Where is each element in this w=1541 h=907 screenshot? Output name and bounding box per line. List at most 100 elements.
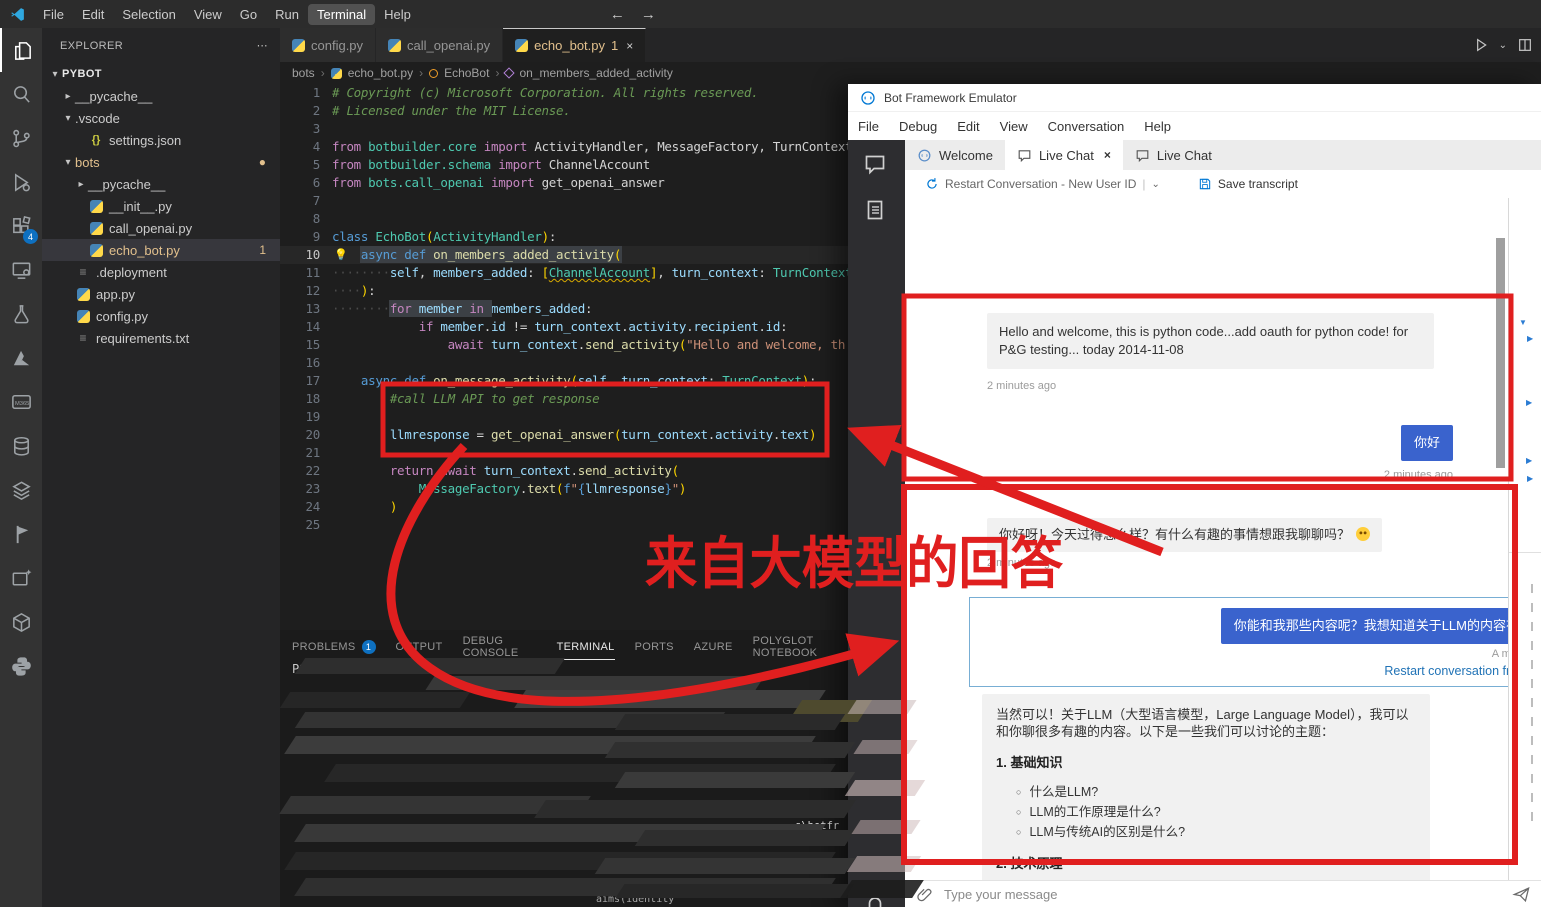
expand-triangle-icon[interactable]: ▶ — [1526, 456, 1532, 465]
explorer-item-echo-bot-py[interactable]: echo_bot.py 1 — [42, 239, 280, 261]
explorer-item-config-py[interactable]: config.py — [42, 305, 280, 327]
explorer-item-bots[interactable]: ▾ bots ● — [42, 151, 280, 173]
emulator-title: Bot Framework Emulator — [884, 90, 1017, 105]
chevron-down-icon: ▾ — [65, 156, 71, 168]
database-icon[interactable] — [0, 424, 42, 468]
breadcrumb-class[interactable]: EchoBot — [444, 66, 489, 80]
python-file-icon — [515, 39, 529, 52]
line-number: 10 — [305, 247, 321, 262]
menu-help[interactable]: Help — [375, 4, 420, 25]
explorer-item-app-py[interactable]: app.py — [42, 283, 280, 305]
emulator-menu-conversation[interactable]: Conversation — [1038, 119, 1135, 134]
emulator-tab-live-chat[interactable]: Live Chat — [1123, 140, 1224, 170]
menu-go[interactable]: Go — [231, 4, 266, 25]
split-editor-button[interactable] — [1517, 37, 1533, 53]
transcript-file-icon[interactable] — [863, 198, 887, 227]
selected-activity-frame[interactable]: 你能和我那些内容呢？我想知道关于LLM的内容有那些 A minute ago R… — [969, 597, 1508, 687]
chevron-down-icon: ▾ — [52, 68, 58, 80]
forward-arrow-icon[interactable]: → — [641, 6, 656, 23]
menu-edit[interactable]: Edit — [73, 4, 113, 25]
panel-tab-output[interactable]: OUTPUT — [396, 638, 443, 660]
explorer-item-pybot[interactable]: ▾ PYBOT — [42, 63, 280, 85]
expand-triangle-icon[interactable]: ▶ — [1527, 334, 1533, 343]
run-options-chevron-icon[interactable]: ⌄ — [1499, 40, 1507, 51]
breadcrumb-file[interactable]: echo_bot.py — [348, 66, 413, 80]
emulator-tab-welcome[interactable]: Welcome — [905, 140, 1005, 170]
restart-options-chevron-icon[interactable]: ⌄ — [1152, 179, 1160, 190]
explorer-item-call-openai-py[interactable]: call_openai.py — [42, 217, 280, 239]
file-label: app.py — [96, 286, 136, 302]
menu-terminal[interactable]: Terminal — [308, 3, 376, 25]
container-cube-icon[interactable] — [0, 600, 42, 644]
explorer-item-settings-json[interactable]: {} settings.json — [42, 129, 280, 151]
extensions-icon[interactable]: 4 — [0, 204, 42, 248]
explorer-item-requirements-txt[interactable]: ≡ requirements.txt — [42, 327, 280, 349]
remote-explorer-icon[interactable] — [0, 248, 42, 292]
code-line-23: 23 MessageFactory.text(f"{llmresponse}") — [280, 480, 848, 498]
emulator-menu-file[interactable]: File — [848, 119, 889, 134]
menu-file[interactable]: File — [34, 4, 73, 25]
chat-scrollbar[interactable] — [1496, 238, 1505, 468]
explorer-item--init-py[interactable]: __init__.py — [42, 195, 280, 217]
back-arrow-icon[interactable]: ← — [610, 6, 625, 23]
explorer-more-actions[interactable]: ⋯ — [257, 39, 268, 52]
azure-icon[interactable] — [0, 336, 42, 380]
menu-view[interactable]: View — [185, 4, 231, 25]
close-tab-icon[interactable]: × — [626, 39, 633, 53]
explorer-item--pycache-[interactable]: ▸ __pycache__ — [42, 173, 280, 195]
emulator-menu-debug[interactable]: Debug — [889, 119, 947, 134]
expand-triangle-icon[interactable]: ▶ — [1527, 474, 1533, 483]
code-line-13: 13 ········for member in members_added: — [280, 300, 848, 318]
save-transcript-button[interactable]: Save transcript — [1218, 177, 1298, 191]
explorer-item--pycache-[interactable]: ▸ __pycache__ — [42, 85, 280, 107]
chat-transcript: Hello and welcome, this is python code..… — [905, 198, 1508, 907]
code-line-7: 7 — [280, 192, 848, 210]
panel-tab-problems[interactable]: PROBLEMS 1 — [292, 638, 376, 660]
bot-message: 你好呀！今天过得怎么样？有什么有趣的事情想跟我聊聊吗？ — [987, 518, 1383, 552]
tab-echo_bot-py[interactable]: echo_bot.py 1 × — [503, 28, 647, 62]
breadcrumb-method[interactable]: on_members_added_activity — [519, 66, 672, 80]
vscode-logo-icon — [11, 7, 24, 21]
run-debug-icon[interactable] — [0, 160, 42, 204]
code-line-25: 25 — [280, 516, 848, 534]
panel-tab-azure[interactable]: AZURE — [694, 638, 733, 660]
send-message-icon[interactable] — [1512, 885, 1531, 904]
censor-stripe — [614, 714, 846, 730]
censor-stripe — [615, 884, 855, 898]
breadcrumb-folder[interactable]: bots — [292, 66, 315, 80]
panel-tab-ports[interactable]: PORTS — [635, 638, 674, 660]
explorer-item--deployment[interactable]: ≡ .deployment — [42, 261, 280, 283]
restart-conversation-button[interactable]: Restart Conversation - New User ID — [945, 177, 1136, 191]
panel-tab-terminal[interactable]: TERMINAL — [556, 638, 615, 660]
emulator-menu-help[interactable]: Help — [1134, 119, 1181, 134]
search-icon[interactable] — [0, 72, 42, 116]
panel-tab-polyglot-notebook[interactable]: POLYGLOT NOTEBOOK — [753, 635, 848, 660]
expand-triangle-icon[interactable]: ▶ — [1526, 398, 1532, 407]
panel-tab-debug-console[interactable]: DEBUG CONSOLE — [463, 635, 537, 660]
menu-run[interactable]: Run — [266, 4, 308, 25]
message-input[interactable] — [944, 886, 1512, 902]
file-tree: ▾ PYBOT ▸ __pycache__ ▾ .vscode {} settings.jso… — [42, 63, 280, 349]
restart-from-here-link[interactable]: Restart conversation from here — [1384, 664, 1508, 678]
run-python-file-button[interactable] — [1473, 37, 1489, 53]
emulator-menu-view[interactable]: View — [990, 119, 1038, 134]
lightbulb-icon[interactable]: 💡 — [334, 246, 348, 264]
emulator-tab-live-chat[interactable]: Live Chat × — [1004, 140, 1123, 170]
close-tab-icon[interactable]: × — [1104, 148, 1111, 162]
menu-selection[interactable]: Selection — [113, 4, 184, 25]
dev-container-icon[interactable] — [0, 556, 42, 600]
m365-icon[interactable]: M365 — [0, 380, 42, 424]
tab-call_openai-py[interactable]: call_openai.py — [376, 28, 504, 62]
emulator-menu-edit[interactable]: Edit — [947, 119, 989, 134]
layers-icon[interactable] — [0, 468, 42, 512]
explorer-item--vscode[interactable]: ▾ .vscode — [42, 107, 280, 129]
power-platform-icon[interactable] — [0, 512, 42, 556]
tab-config-py[interactable]: config.py — [280, 28, 377, 62]
python-icon[interactable] — [0, 644, 42, 688]
test-flask-icon[interactable] — [0, 292, 42, 336]
collapse-triangle-icon[interactable]: ▼ — [1519, 318, 1527, 327]
files-icon[interactable] — [0, 28, 42, 72]
source-control-icon[interactable] — [0, 116, 42, 160]
code-editor[interactable]: 1 # Copyright (c) Microsoft Corporation. … — [280, 84, 848, 630]
chat-bubble-icon[interactable] — [863, 152, 887, 181]
